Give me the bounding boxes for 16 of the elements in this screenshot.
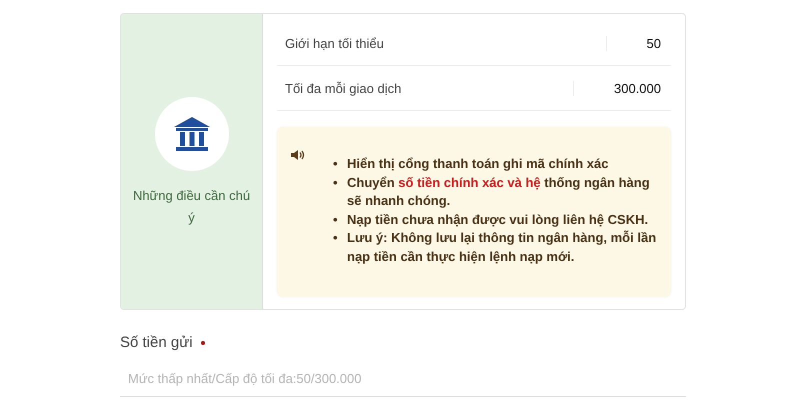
limit-value: 50	[606, 36, 661, 50]
notice-item: Chuyển số tiền chính xác và hệ thống ngân hàng sẽ nhanh chóng.	[347, 174, 651, 210]
bullet: •	[333, 229, 339, 247]
notice-item: Lưu ý: Không lưu lại thông tin ngân hàng, mỗi lần nạp tiền cần thực hiện lệnh nạp mới.	[347, 229, 657, 266]
bank-icon	[172, 114, 212, 154]
limit-label: Giới hạn tối thiểu	[285, 36, 384, 50]
notice-item: Nạp tiền chưa nhận được vui lòng liên hệ CSKH.	[347, 210, 648, 229]
field-label: Số tiền gửi	[120, 334, 193, 351]
bullet: •	[333, 155, 339, 173]
limit-label: Tối đa mỗi giao dịch	[285, 80, 402, 96]
speaker-icon	[291, 150, 305, 160]
bullet: •	[333, 210, 339, 228]
notice-item: Hiển thị cổng thanh toán ghi mã chính xác	[347, 155, 608, 173]
bullet: •	[333, 174, 339, 192]
limit-value: 300.000	[573, 80, 661, 96]
side-panel-title: Những điều cần chú ý	[132, 187, 252, 227]
